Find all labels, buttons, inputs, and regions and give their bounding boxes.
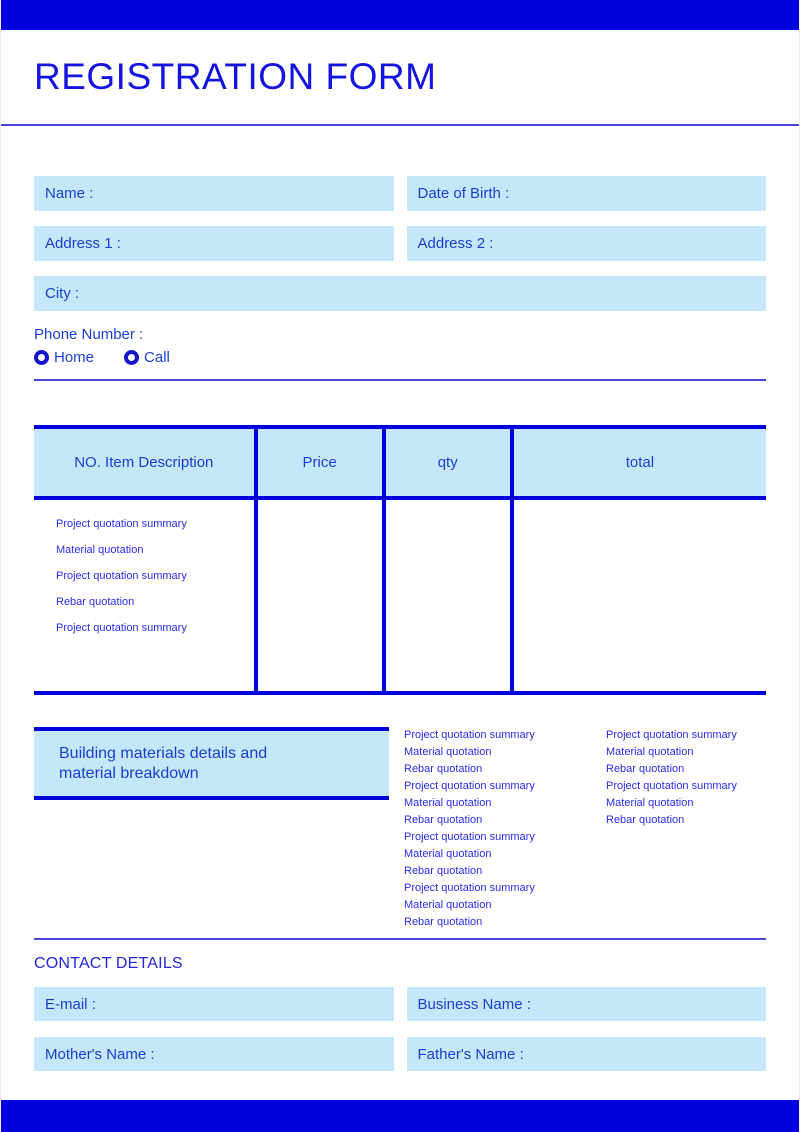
page-title: REGISTRATION FORM [34, 56, 437, 97]
list-item: Project quotation summary [404, 882, 535, 894]
list-item: Material quotation [404, 746, 492, 758]
quotation-columns: Project quotation summary Material quota… [389, 727, 781, 931]
table-row: Project quotation summary [56, 518, 187, 530]
table-row: Project quotation summary [56, 622, 187, 634]
list-item: Material quotation [404, 848, 492, 860]
radio-option-call[interactable]: Call [124, 349, 170, 366]
items-table-body: Project quotation summary Material quota… [34, 500, 766, 695]
list-item: Material quotation [606, 797, 694, 809]
list-item: Project quotation summary [404, 780, 535, 792]
address-1-label: Address 1 : [45, 235, 121, 252]
table-row: Project quotation summary [56, 570, 187, 582]
table-header-qty: qty [381, 429, 510, 496]
parents-row: Mother's Name : Father's Name : [34, 1037, 766, 1071]
list-item: Rebar quotation [404, 814, 483, 826]
table-cell-qty[interactable] [381, 500, 510, 691]
table-cell-price[interactable] [253, 500, 382, 691]
list-item: Rebar quotation [404, 865, 483, 877]
table-header-total: total [509, 429, 766, 496]
mother-name-label: Mother's Name : [45, 1045, 155, 1063]
table-row: Rebar quotation [56, 596, 135, 608]
materials-heading-text: Building materials details and material … [59, 744, 268, 782]
table-row: Material quotation [56, 544, 144, 556]
bottom-accent-bar [1, 1100, 799, 1132]
radio-label-home: Home [54, 349, 95, 366]
materials-section: Building materials details and material … [34, 727, 766, 931]
table-cell-descriptions[interactable]: Project quotation summary Material quota… [34, 500, 254, 691]
quotation-column-right: Project quotation summary Material quota… [606, 727, 781, 931]
list-item: Rebar quotation [404, 916, 483, 928]
table-cell-total[interactable] [509, 500, 766, 691]
contact-details-section: CONTACT DETAILS E-mail : Business Name :… [34, 938, 766, 1087]
table-header-price: Price [253, 429, 382, 496]
quotation-column-left: Project quotation summary Material quota… [404, 727, 579, 931]
list-item: Material quotation [404, 899, 492, 911]
contact-section-title: CONTACT DETAILS [34, 955, 183, 972]
phone-number-label: Phone Number : [34, 326, 144, 343]
contact-divider [34, 938, 766, 940]
form-header: REGISTRATION FORM [1, 30, 799, 126]
list-item: Project quotation summary [606, 729, 737, 741]
table-header-description: NO. Item Description [74, 454, 214, 471]
list-item: Rebar quotation [606, 763, 685, 775]
name-dob-row: Name : Date of Birth : [34, 176, 766, 211]
materials-heading-box: Building materials details and material … [34, 727, 389, 800]
father-name-field[interactable]: Father's Name : [406, 1037, 766, 1071]
list-item: Project quotation summary [606, 780, 737, 792]
list-item: Rebar quotation [404, 763, 483, 775]
address-2-label: Address 2 : [417, 235, 494, 252]
list-item: Material quotation [606, 746, 694, 758]
radio-label-call: Call [144, 349, 170, 366]
date-of-birth-label: Date of Birth : [417, 185, 510, 202]
address-1-field[interactable]: Address 1 : [34, 226, 394, 261]
radio-icon[interactable] [34, 350, 49, 365]
name-field[interactable]: Name : [34, 176, 394, 211]
city-label: City : [45, 285, 80, 302]
mother-name-field[interactable]: Mother's Name : [34, 1037, 394, 1071]
email-business-row: E-mail : Business Name : [34, 987, 766, 1021]
address-2-field[interactable]: Address 2 : [406, 226, 766, 261]
city-field[interactable]: City : [34, 276, 766, 311]
business-name-label: Business Name : [417, 995, 531, 1013]
list-item: Project quotation summary [404, 729, 535, 741]
phone-type-radio-group: Home Call [34, 349, 766, 366]
list-item: Rebar quotation [606, 814, 685, 826]
radio-icon[interactable] [124, 350, 140, 365]
list-item: Material quotation [404, 797, 492, 809]
items-table: NO. Item Description Price qty total Pro… [34, 425, 766, 695]
email-field[interactable]: E-mail : [34, 987, 394, 1021]
address-row: Address 1 : Address 2 : [34, 226, 766, 261]
section-divider [34, 379, 766, 381]
business-name-field[interactable]: Business Name : [406, 987, 766, 1021]
radio-option-home[interactable]: Home [34, 349, 94, 366]
father-name-label: Father's Name : [417, 1045, 524, 1063]
city-row: City : [34, 276, 766, 311]
email-label: E-mail : [45, 995, 96, 1013]
items-table-header-row: NO. Item Description Price qty total [34, 425, 766, 500]
name-label: Name : [45, 185, 94, 202]
registration-form-page: REGISTRATION FORM Name : Date of Birth :… [0, 0, 800, 1132]
date-of-birth-field[interactable]: Date of Birth : [406, 176, 766, 211]
top-accent-bar [1, 0, 799, 30]
personal-info-section: Name : Date of Birth : Address 1 : Addre… [34, 176, 766, 381]
list-item: Project quotation summary [404, 831, 535, 843]
